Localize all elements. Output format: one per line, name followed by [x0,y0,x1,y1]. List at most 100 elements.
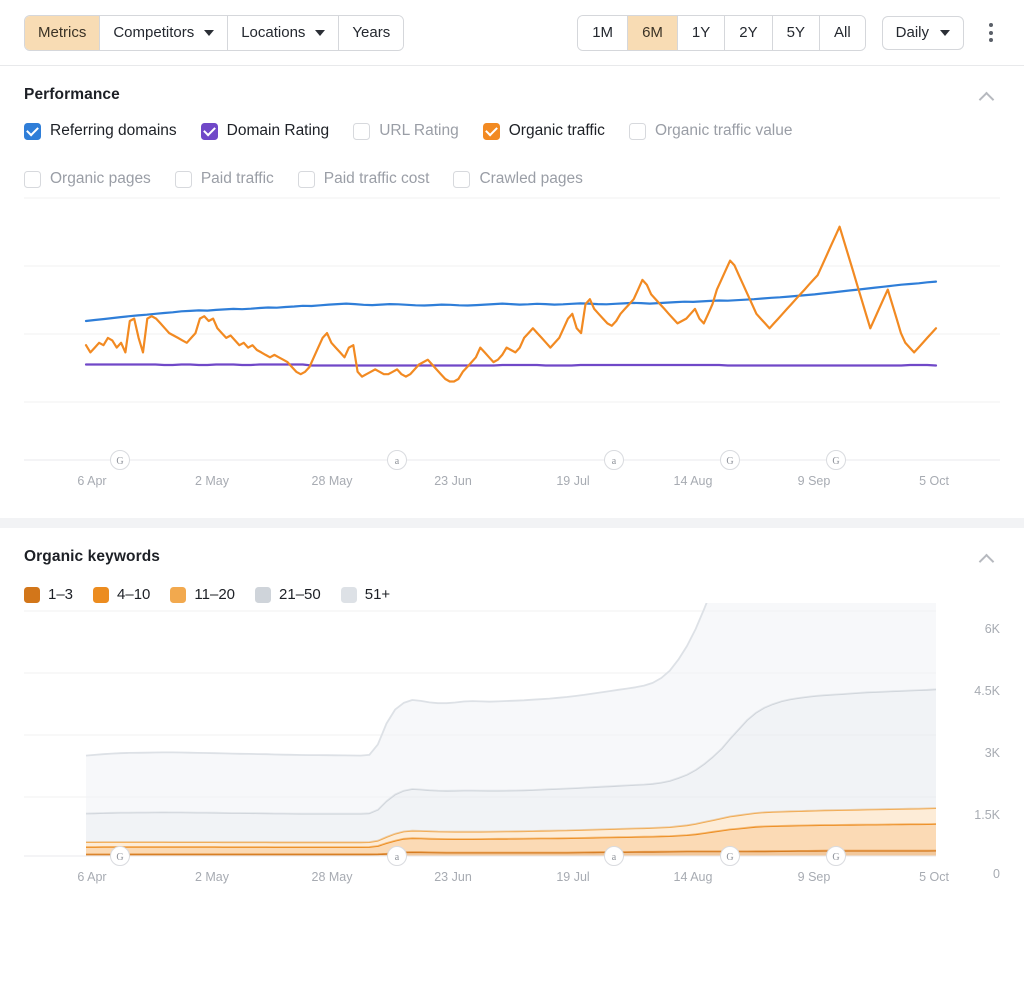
legend-bucket-11-20[interactable]: 11–20 [170,586,235,603]
checkbox-checked-icon [482,122,500,140]
checkbox-checked-icon [24,122,41,140]
chevron-up-icon[interactable] [974,86,1002,108]
svg-text:a: a [395,456,400,467]
svg-text:G: G [726,852,733,863]
y-axis-tick: 3K [985,746,1001,760]
legend-bucket-4-10[interactable]: 4–10 [93,586,150,603]
kebab-menu-icon[interactable] [980,20,1002,46]
organic-keywords-header: Organic keywords [0,528,1024,570]
x-axis-tick: 23 Jun [434,870,472,884]
google-update-marker[interactable]: G [110,846,130,866]
svg-text:G: G [116,852,123,863]
range-2y[interactable]: 2Y [725,15,773,50]
checkbox-unchecked-icon [174,170,192,188]
checkbox-unchecked-icon [24,170,41,188]
legend-referring-domains[interactable]: Referring domains [24,122,177,140]
ahrefs-update-marker[interactable]: a [387,450,407,470]
x-axis-tick: 28 May [312,870,354,884]
ahrefs-update-marker[interactable]: a [604,450,624,470]
google-update-marker[interactable]: G [826,846,846,866]
tab-metrics-label: Metrics [38,24,87,41]
range-5y-label: 5Y [786,24,805,41]
legend-organic-traffic[interactable]: Organic traffic [482,122,605,140]
performance-header: Performance [0,66,1024,108]
y-axis-tick: 6K [985,622,1001,636]
x-axis-tick: 9 Sep [798,474,831,488]
organic-keywords-panel: Organic keywords 1–3 4–10 11–20 21–50 51… [0,528,1024,991]
x-axis-tick: 2 May [195,870,230,884]
view-tab-group: Metrics Competitors Locations Years [24,14,405,51]
tab-competitors[interactable]: Competitors [100,15,229,50]
range-2y-label: 2Y [739,24,758,41]
checkbox-checked-icon [340,586,357,603]
performance-chart-svg: 6 Apr 2 May 28 May 23 Jun 19 Jul 14 Aug 9 Sep 5… [24,197,1000,488]
legend-label: Domain Rating [226,122,330,139]
svg-text:G: G [116,456,123,467]
x-axis-tick: 6 Apr [77,474,106,488]
organic-keywords-chart[interactable]: 6K 4.5K 3K 1.5K 0 6 Apr 2 May 28 May 23 Jun 19 Ju… [0,603,1024,923]
legend-label: URL Rating [379,122,459,139]
legend-label: Organic pages [50,170,151,187]
legend-bucket-1-3[interactable]: 1–3 [24,586,73,603]
x-axis-tick: 19 Jul [556,870,589,884]
x-axis-tick: 9 Sep [798,870,831,884]
date-range-group: 1M 6M 1Y 2Y 5Y All [577,14,866,51]
legend-organic-traffic-value[interactable]: Organic traffic value [628,122,793,140]
organic-keywords-chart-svg: 6K 4.5K 3K 1.5K 0 6 Apr 2 May 28 May 23 Jun 19 Ju… [24,603,1001,884]
legend-label: Paid traffic [200,170,274,187]
legend-paid-traffic-cost[interactable]: Paid traffic cost [297,170,429,188]
checkbox-unchecked-icon [353,122,371,140]
google-update-marker[interactable]: G [720,450,740,470]
checkbox-checked-icon [200,122,218,140]
google-update-marker[interactable]: G [110,450,130,470]
chevron-down-icon [940,29,950,36]
ahrefs-update-marker[interactable]: a [604,846,624,866]
ahrefs-update-marker[interactable]: a [387,846,407,866]
range-1m[interactable]: 1M [578,15,629,50]
google-update-marker[interactable]: G [826,450,846,470]
tab-locations[interactable]: Locations [228,15,340,50]
legend-bucket-51plus[interactable]: 51+ [340,586,391,603]
range-6m[interactable]: 6M [628,15,678,50]
y-axis-tick: 0 [993,867,1000,881]
chevron-down-icon [315,29,326,36]
x-axis-tick: 6 Apr [77,870,106,884]
tab-metrics[interactable]: Metrics [25,15,101,50]
checkbox-checked-icon [24,586,40,603]
x-axis-tick: 2 May [195,474,230,488]
legend-bucket-21-50[interactable]: 21–50 [255,586,321,603]
performance-chart[interactable]: 6 Apr 2 May 28 May 23 Jun 19 Jul 14 Aug 9 Sep 5… [0,188,1024,518]
google-update-marker[interactable]: G [720,846,740,866]
chevron-down-icon [204,29,215,36]
toolbar-right-group: 1M 6M 1Y 2Y 5Y All Daily [577,14,1002,51]
x-axis-tick: 19 Jul [556,474,589,488]
performance-metric-legend: Referring domains Domain Rating URL Rati… [0,108,1024,188]
range-all[interactable]: All [819,15,865,50]
svg-text:a: a [395,852,400,863]
range-1y[interactable]: 1Y [677,15,726,50]
checkbox-checked-icon [93,586,110,603]
legend-organic-pages[interactable]: Organic pages [24,170,151,188]
granularity-dropdown[interactable]: Daily [881,15,964,50]
legend-crawled-pages[interactable]: Crawled pages [453,170,583,188]
tab-locations-label: Locations [241,24,306,41]
y-axis-tick: 1.5K [974,808,1000,822]
svg-text:a: a [612,456,617,467]
checkbox-checked-icon [255,586,272,603]
performance-title: Performance [24,86,120,103]
chevron-up-icon[interactable] [974,548,1002,570]
range-all-label: All [833,24,851,41]
checkbox-checked-icon [170,586,187,603]
x-axis-tick: 14 Aug [674,474,713,488]
tab-years[interactable]: Years [339,15,404,50]
legend-label: 51+ [364,586,391,603]
legend-domain-rating[interactable]: Domain Rating [200,122,330,140]
legend-url-rating[interactable]: URL Rating [353,122,459,140]
range-5y[interactable]: 5Y [772,15,820,50]
legend-paid-traffic[interactable]: Paid traffic [174,170,274,188]
range-1m-label: 1M [592,24,614,41]
legend-label: Organic traffic [508,122,605,139]
tab-years-label: Years [352,24,391,41]
x-axis-tick: 14 Aug [674,870,713,884]
legend-label: Crawled pages [479,170,583,187]
